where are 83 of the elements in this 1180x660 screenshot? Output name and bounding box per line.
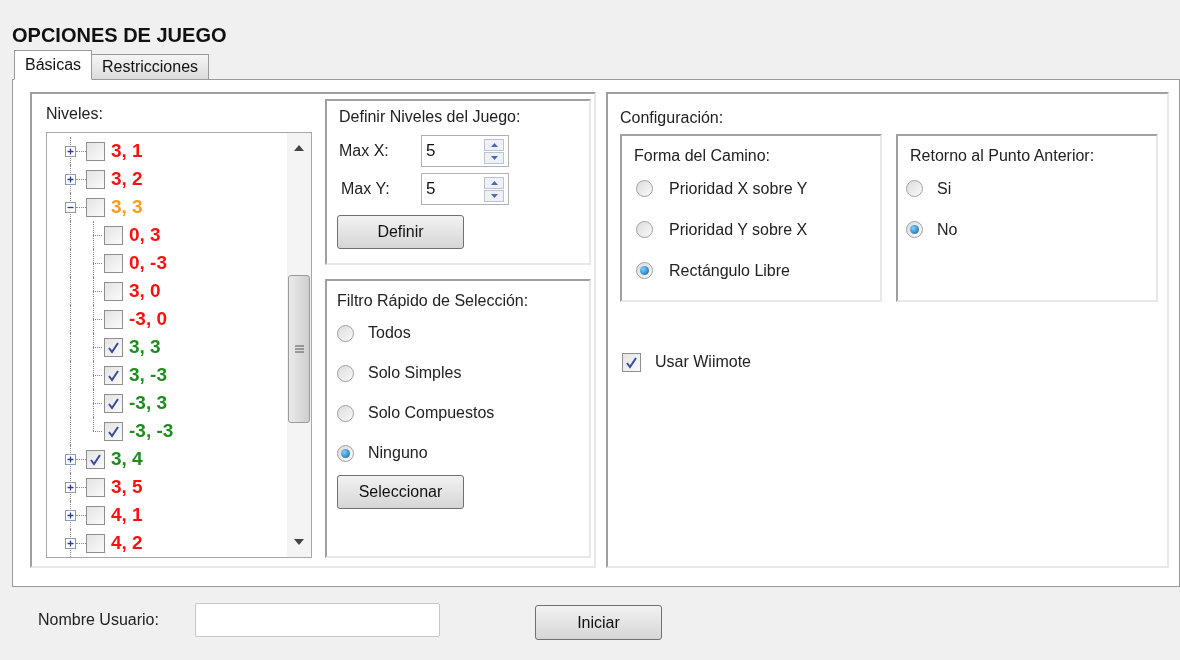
- option-label: Todos: [368, 323, 411, 343]
- option-label: Si: [937, 178, 952, 199]
- number-spinner[interactable]: 5: [421, 135, 509, 167]
- radio-button[interactable]: [337, 444, 354, 462]
- radio-button[interactable]: [906, 221, 923, 238]
- option-label: Rectángulo Libre: [669, 260, 790, 281]
- radio-button[interactable]: [636, 221, 653, 238]
- radio-button[interactable]: [337, 364, 354, 382]
- tree-item[interactable]: 3, 2: [111, 164, 143, 194]
- tree-item[interactable]: 4, 2: [111, 528, 143, 557]
- tree-item[interactable]: 0, -3: [129, 248, 168, 278]
- checkbox[interactable]: [104, 421, 123, 441]
- expand-icon[interactable]: [65, 509, 76, 521]
- collapse-icon[interactable]: [65, 201, 76, 213]
- number-spinner[interactable]: 5: [421, 173, 509, 205]
- select-button[interactable]: Seleccionar: [337, 475, 464, 509]
- group-title: Filtro Rápido de Selección:: [337, 291, 529, 311]
- scroll-thumb[interactable]: [288, 275, 310, 423]
- checkbox[interactable]: [104, 253, 123, 273]
- expand-icon[interactable]: [65, 537, 76, 549]
- spin-down-icon[interactable]: [490, 193, 498, 198]
- expand-icon[interactable]: [65, 453, 76, 465]
- field-label: Nombre Usuario:: [38, 609, 160, 630]
- option-label: Ninguno: [368, 443, 428, 463]
- start-button[interactable]: Iniciar: [535, 605, 662, 640]
- checkbox[interactable]: [622, 352, 641, 372]
- field-label: Max X:: [339, 141, 390, 161]
- field-label: Max Y:: [340, 179, 391, 199]
- group-title: Definir Niveles del Juego:: [339, 107, 521, 127]
- spin-up-icon[interactable]: [490, 142, 498, 147]
- grip-icon: [294, 345, 304, 353]
- checkbox[interactable]: [86, 141, 105, 161]
- checkbox[interactable]: [86, 533, 105, 553]
- checkbox[interactable]: [104, 309, 123, 329]
- radio-button[interactable]: [337, 324, 354, 342]
- radio-button[interactable]: [636, 262, 653, 279]
- tree-item[interactable]: 3, 1: [111, 136, 143, 166]
- radio-button[interactable]: [906, 180, 923, 197]
- tree-item[interactable]: 3, 5: [111, 472, 143, 502]
- tree-item[interactable]: 4, 1: [111, 500, 143, 530]
- scrollbar[interactable]: [287, 133, 311, 557]
- checkbox-label: Usar Wiimote: [655, 352, 751, 372]
- option-label: No: [937, 219, 958, 240]
- group-title: Niveles:: [46, 104, 103, 124]
- checkbox[interactable]: [104, 225, 123, 245]
- expand-icon[interactable]: [65, 481, 76, 493]
- checkbox[interactable]: [86, 477, 105, 497]
- tree-item[interactable]: -3, -3: [129, 416, 174, 446]
- scroll-down-icon[interactable]: [294, 539, 304, 545]
- scroll-up-icon[interactable]: [294, 145, 304, 151]
- group-title: Retorno al Punto Anterior:: [910, 146, 1095, 166]
- group-title: Forma del Camino:: [634, 146, 771, 166]
- tree-item[interactable]: -3, 0: [129, 304, 168, 334]
- spin-up-icon[interactable]: [490, 180, 498, 185]
- tab[interactable]: Restricciones: [91, 54, 210, 80]
- checkbox[interactable]: [104, 393, 123, 413]
- expand-icon[interactable]: [65, 173, 76, 185]
- checkbox[interactable]: [104, 365, 123, 385]
- option-label: Prioridad Y sobre X: [669, 219, 808, 240]
- tree-item[interactable]: 3, 0: [129, 276, 161, 306]
- checkbox[interactable]: [86, 449, 105, 469]
- username-field[interactable]: [195, 602, 440, 637]
- radio-button[interactable]: [337, 404, 354, 422]
- tree-item[interactable]: 3, 4: [111, 444, 143, 474]
- checkbox[interactable]: [86, 197, 105, 217]
- tree-item[interactable]: -3, 3: [129, 388, 168, 418]
- group-title: Configuración:: [620, 108, 724, 128]
- tree-item[interactable]: 0, 3: [129, 220, 161, 250]
- define-button[interactable]: Definir: [337, 215, 464, 249]
- spin-down-icon[interactable]: [490, 155, 498, 160]
- page-title: OPCIONES DE JUEGO: [12, 23, 227, 48]
- tree-item[interactable]: 3, -3: [129, 360, 168, 390]
- option-label: Solo Simples: [368, 363, 462, 383]
- radio-button[interactable]: [636, 180, 653, 197]
- tab[interactable]: Básicas: [14, 50, 93, 80]
- checkbox[interactable]: [86, 505, 105, 525]
- expand-icon[interactable]: [65, 145, 76, 157]
- checkbox[interactable]: [104, 281, 123, 301]
- option-label: Prioridad X sobre Y: [669, 178, 808, 199]
- option-label: Solo Compuestos: [368, 403, 495, 423]
- tree-item[interactable]: 3, 3: [129, 332, 161, 362]
- checkbox[interactable]: [86, 169, 105, 189]
- checkbox[interactable]: [104, 337, 123, 357]
